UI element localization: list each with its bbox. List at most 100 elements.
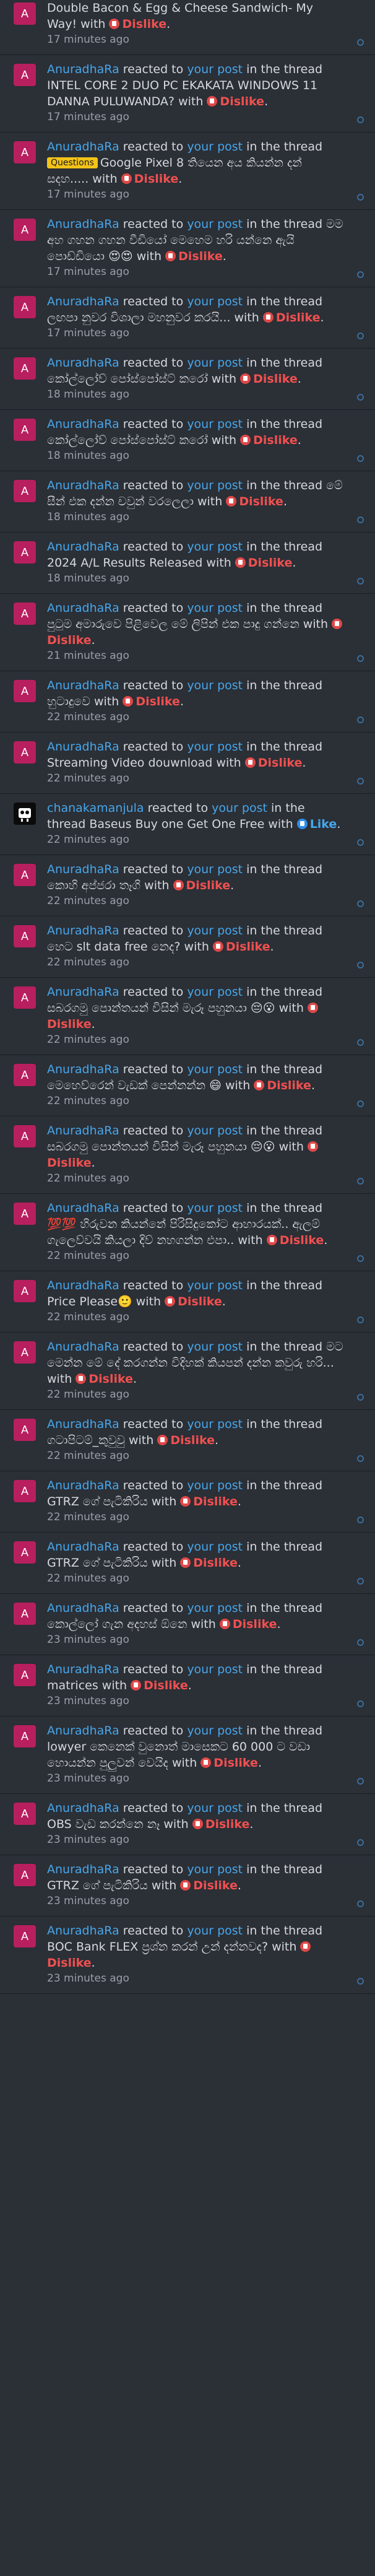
user-avatar[interactable]: A xyxy=(14,864,36,886)
user-link[interactable]: AnuradhaRa xyxy=(47,140,119,154)
thread-title-link[interactable]: හෙට slt data free නෙද? xyxy=(47,940,181,954)
user-avatar[interactable]: A xyxy=(14,1803,36,1825)
user-avatar[interactable]: A xyxy=(14,1864,36,1886)
mark-read-icon[interactable] xyxy=(357,1516,364,1523)
thread-title-link[interactable]: GTRZ ගේ පැටිකිරිය xyxy=(47,1556,148,1570)
thread-title-link[interactable]: සබරගමු පොන්තයන් විසින් මැරූ පහුනයා 😔😮 xyxy=(47,1140,275,1154)
mark-read-icon[interactable] xyxy=(357,1900,364,1907)
user-avatar[interactable]: A xyxy=(14,741,36,764)
user-link[interactable]: chanakamanjula xyxy=(47,801,144,815)
user-avatar[interactable]: A xyxy=(14,986,36,1009)
your-post-link[interactable]: your post xyxy=(187,1279,243,1292)
mark-read-icon[interactable] xyxy=(357,1839,364,1846)
mark-read-icon[interactable] xyxy=(357,271,364,278)
user-avatar[interactable]: A xyxy=(14,1925,36,1947)
user-link[interactable]: AnuradhaRa xyxy=(47,1417,119,1431)
your-post-link[interactable]: your post xyxy=(187,1601,243,1615)
user-link[interactable]: AnuradhaRa xyxy=(47,540,119,554)
user-link[interactable]: AnuradhaRa xyxy=(47,601,119,615)
mark-read-icon[interactable] xyxy=(357,1316,364,1323)
thread-title-link[interactable]: කොල්ලෝ ගැන අදහස් ඕනෙ xyxy=(47,1617,187,1631)
your-post-link[interactable]: your post xyxy=(187,295,243,308)
your-post-link[interactable]: your post xyxy=(187,1663,243,1676)
user-link[interactable]: AnuradhaRa xyxy=(47,295,119,308)
user-link[interactable]: AnuradhaRa xyxy=(47,1279,119,1292)
mark-read-icon[interactable] xyxy=(357,839,364,846)
user-link[interactable]: AnuradhaRa xyxy=(47,1540,119,1554)
user-link[interactable]: AnuradhaRa xyxy=(47,1801,119,1815)
your-post-link[interactable]: your post xyxy=(187,1863,243,1876)
mark-read-icon[interactable] xyxy=(357,1639,364,1646)
user-link[interactable]: AnuradhaRa xyxy=(47,1124,119,1138)
your-post-link[interactable]: your post xyxy=(187,679,243,692)
your-post-link[interactable]: your post xyxy=(187,1724,243,1738)
user-avatar[interactable]: A xyxy=(14,1725,36,1747)
mark-read-icon[interactable] xyxy=(357,778,364,785)
thread-title-link[interactable]: පුටුම අමාරුවෙ පිළිවෙල මේ ලිපින් එක පාදු … xyxy=(47,617,300,631)
user-link[interactable]: AnuradhaRa xyxy=(47,1479,119,1492)
mark-read-icon[interactable] xyxy=(357,1455,364,1462)
thread-title-link[interactable]: GTRZ ගේ පැටිකිරිය xyxy=(47,1879,148,1892)
thread-title-link[interactable]: කෝල්ලෝව් පෝස්පෝස්ට් කරෝ xyxy=(47,372,208,386)
user-avatar[interactable]: A xyxy=(14,1419,36,1441)
user-link[interactable]: AnuradhaRa xyxy=(47,63,119,76)
user-avatar[interactable]: A xyxy=(14,480,36,502)
thread-title-link[interactable]: 2024 A/L Results Released xyxy=(47,556,202,570)
your-post-link[interactable]: your post xyxy=(187,863,243,876)
thread-title-link[interactable]: කොහි අප්ජරා තෑගි xyxy=(47,879,140,892)
mark-read-icon[interactable] xyxy=(357,1578,364,1585)
user-avatar[interactable]: A xyxy=(14,1064,36,1086)
thread-title-link[interactable]: ගටාපිටම්_කුවුවු xyxy=(47,1434,125,1447)
user-avatar[interactable]: A xyxy=(14,141,36,163)
your-post-link[interactable]: your post xyxy=(187,1479,243,1492)
mark-read-icon[interactable] xyxy=(357,516,364,523)
user-link[interactable]: AnuradhaRa xyxy=(47,217,119,231)
mark-read-icon[interactable] xyxy=(357,194,364,201)
mark-read-icon[interactable] xyxy=(357,1394,364,1401)
mark-read-icon[interactable] xyxy=(357,900,364,907)
user-link[interactable]: AnuradhaRa xyxy=(47,356,119,370)
mark-read-icon[interactable] xyxy=(357,1778,364,1785)
user-avatar[interactable]: A xyxy=(14,296,36,318)
mark-read-icon[interactable] xyxy=(357,962,364,968)
user-avatar[interactable]: A xyxy=(14,603,36,625)
mark-read-icon[interactable] xyxy=(357,716,364,723)
mark-read-icon[interactable] xyxy=(357,1255,364,1262)
your-post-link[interactable]: your post xyxy=(187,479,243,492)
mark-read-icon[interactable] xyxy=(357,1700,364,1707)
user-avatar[interactable]: A xyxy=(14,1664,36,1686)
user-link[interactable]: AnuradhaRa xyxy=(47,740,119,754)
mark-read-icon[interactable] xyxy=(357,455,364,462)
user-avatar[interactable]: A xyxy=(14,1541,36,1564)
your-post-link[interactable]: your post xyxy=(187,1124,243,1138)
thread-title-link[interactable]: Price Please🙂 xyxy=(47,1295,132,1308)
thread-title-link[interactable]: matrices xyxy=(47,1679,98,1692)
user-link[interactable]: AnuradhaRa xyxy=(47,417,119,431)
your-post-link[interactable]: your post xyxy=(187,540,243,554)
user-link[interactable]: AnuradhaRa xyxy=(47,1924,119,1938)
user-avatar[interactable]: A xyxy=(14,357,36,380)
thread-title-link[interactable]: GTRZ ගේ පැටිකිරිය xyxy=(47,1495,148,1508)
user-link[interactable]: AnuradhaRa xyxy=(47,1340,119,1354)
thread-title-link[interactable]: OBS වැඩ කරන්නෙ නෑ xyxy=(47,1817,160,1831)
your-post-link[interactable]: your post xyxy=(187,1924,243,1938)
mark-read-icon[interactable] xyxy=(357,578,364,585)
user-link[interactable]: AnuradhaRa xyxy=(47,1063,119,1076)
mark-read-icon[interactable] xyxy=(357,1978,364,1985)
user-link[interactable]: AnuradhaRa xyxy=(47,1663,119,1676)
user-avatar[interactable]: A xyxy=(14,2,36,25)
your-post-link[interactable]: your post xyxy=(187,217,243,231)
user-link[interactable]: AnuradhaRa xyxy=(47,1863,119,1876)
thread-title-link[interactable]: Baseus Buy one Get One Free xyxy=(89,817,264,831)
your-post-link[interactable]: your post xyxy=(187,1801,243,1815)
thread-title-link[interactable]: කෝල්ලෝව් පෝස්පෝස්ට් කරෝ xyxy=(47,433,208,447)
your-post-link[interactable]: your post xyxy=(187,1340,243,1354)
mark-read-icon[interactable] xyxy=(357,394,364,401)
user-link[interactable]: AnuradhaRa xyxy=(47,479,119,492)
mark-read-icon[interactable] xyxy=(357,333,364,339)
user-avatar[interactable]: A xyxy=(14,1203,36,1225)
your-post-link[interactable]: your post xyxy=(187,1417,243,1431)
thread-title-link[interactable]: BOC Bank FLEX ප්‍රශ්න කරන් උන් දන්නවද? xyxy=(47,1940,268,1954)
user-link[interactable]: AnuradhaRa xyxy=(47,985,119,999)
your-post-link[interactable]: your post xyxy=(212,801,267,815)
